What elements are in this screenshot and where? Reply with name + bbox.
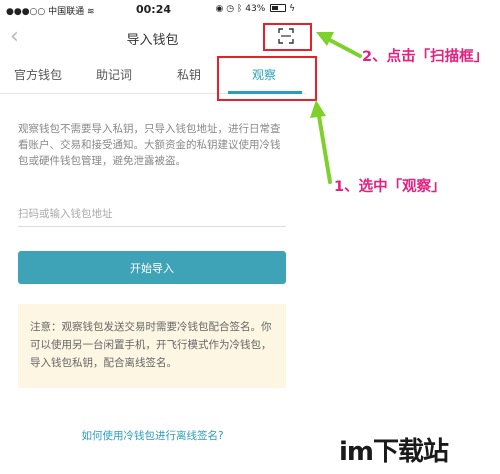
battery-percent: 43% <box>245 4 266 14</box>
lock-icon: ◉ <box>215 4 224 14</box>
wallet-address-input[interactable] <box>18 201 286 227</box>
annotation-select-watch: 1、选中「观察」 <box>334 179 446 195</box>
site-watermark: im下载站 <box>339 437 449 467</box>
arrow-to-watch-tab <box>310 100 332 184</box>
tab-official-wallet[interactable]: 官方钱包 <box>14 66 62 83</box>
battery-icon <box>270 4 287 12</box>
annotation-click-scan: 2、点击「扫描框」 <box>362 49 489 65</box>
arrow-to-scan-icon <box>316 32 362 58</box>
status-time: 00:24 <box>136 3 172 16</box>
offline-sign-help-link[interactable]: 如何使用冷钱包进行离线签名? <box>0 428 305 443</box>
carrier-label: ●●●○○ 中国联通 ≋ <box>6 7 95 17</box>
bluetooth-icon: ᛒ <box>237 4 243 14</box>
watch-wallet-description: 观察钱包不需要导入私钥，只导入钱包地址，进行日常查看账户、交易和接受通知。大额资… <box>18 123 281 167</box>
page-title: 导入钱包 <box>126 33 179 48</box>
tab-mnemonic[interactable]: 助记词 <box>96 66 132 83</box>
navigation-bar: ‹ 导入钱包 <box>0 20 305 56</box>
signal-icon: ●●●○○ <box>6 7 49 17</box>
wifi-icon: ≋ <box>84 7 95 17</box>
watch-tab-highlight-box <box>217 56 317 101</box>
cold-wallet-notice: 注意：观察钱包发送交易时需要冷钱包配合签名。你可以使用另一台闲置手机，开飞行模式… <box>18 304 286 388</box>
scan-highlight-box <box>263 23 312 51</box>
status-right: ◉ ◷ ᛒ 43% ϟ <box>216 4 295 14</box>
status-bar: ●●●○○ 中国联通 ≋ 00:24 ◉ ◷ ᛒ 43% ϟ <box>0 0 305 20</box>
tab-private-key[interactable]: 私钥 <box>177 66 201 83</box>
start-import-button[interactable]: 开始导入 <box>18 251 286 284</box>
alarm-icon: ◷ <box>226 4 235 14</box>
charging-icon: ϟ <box>289 4 295 14</box>
